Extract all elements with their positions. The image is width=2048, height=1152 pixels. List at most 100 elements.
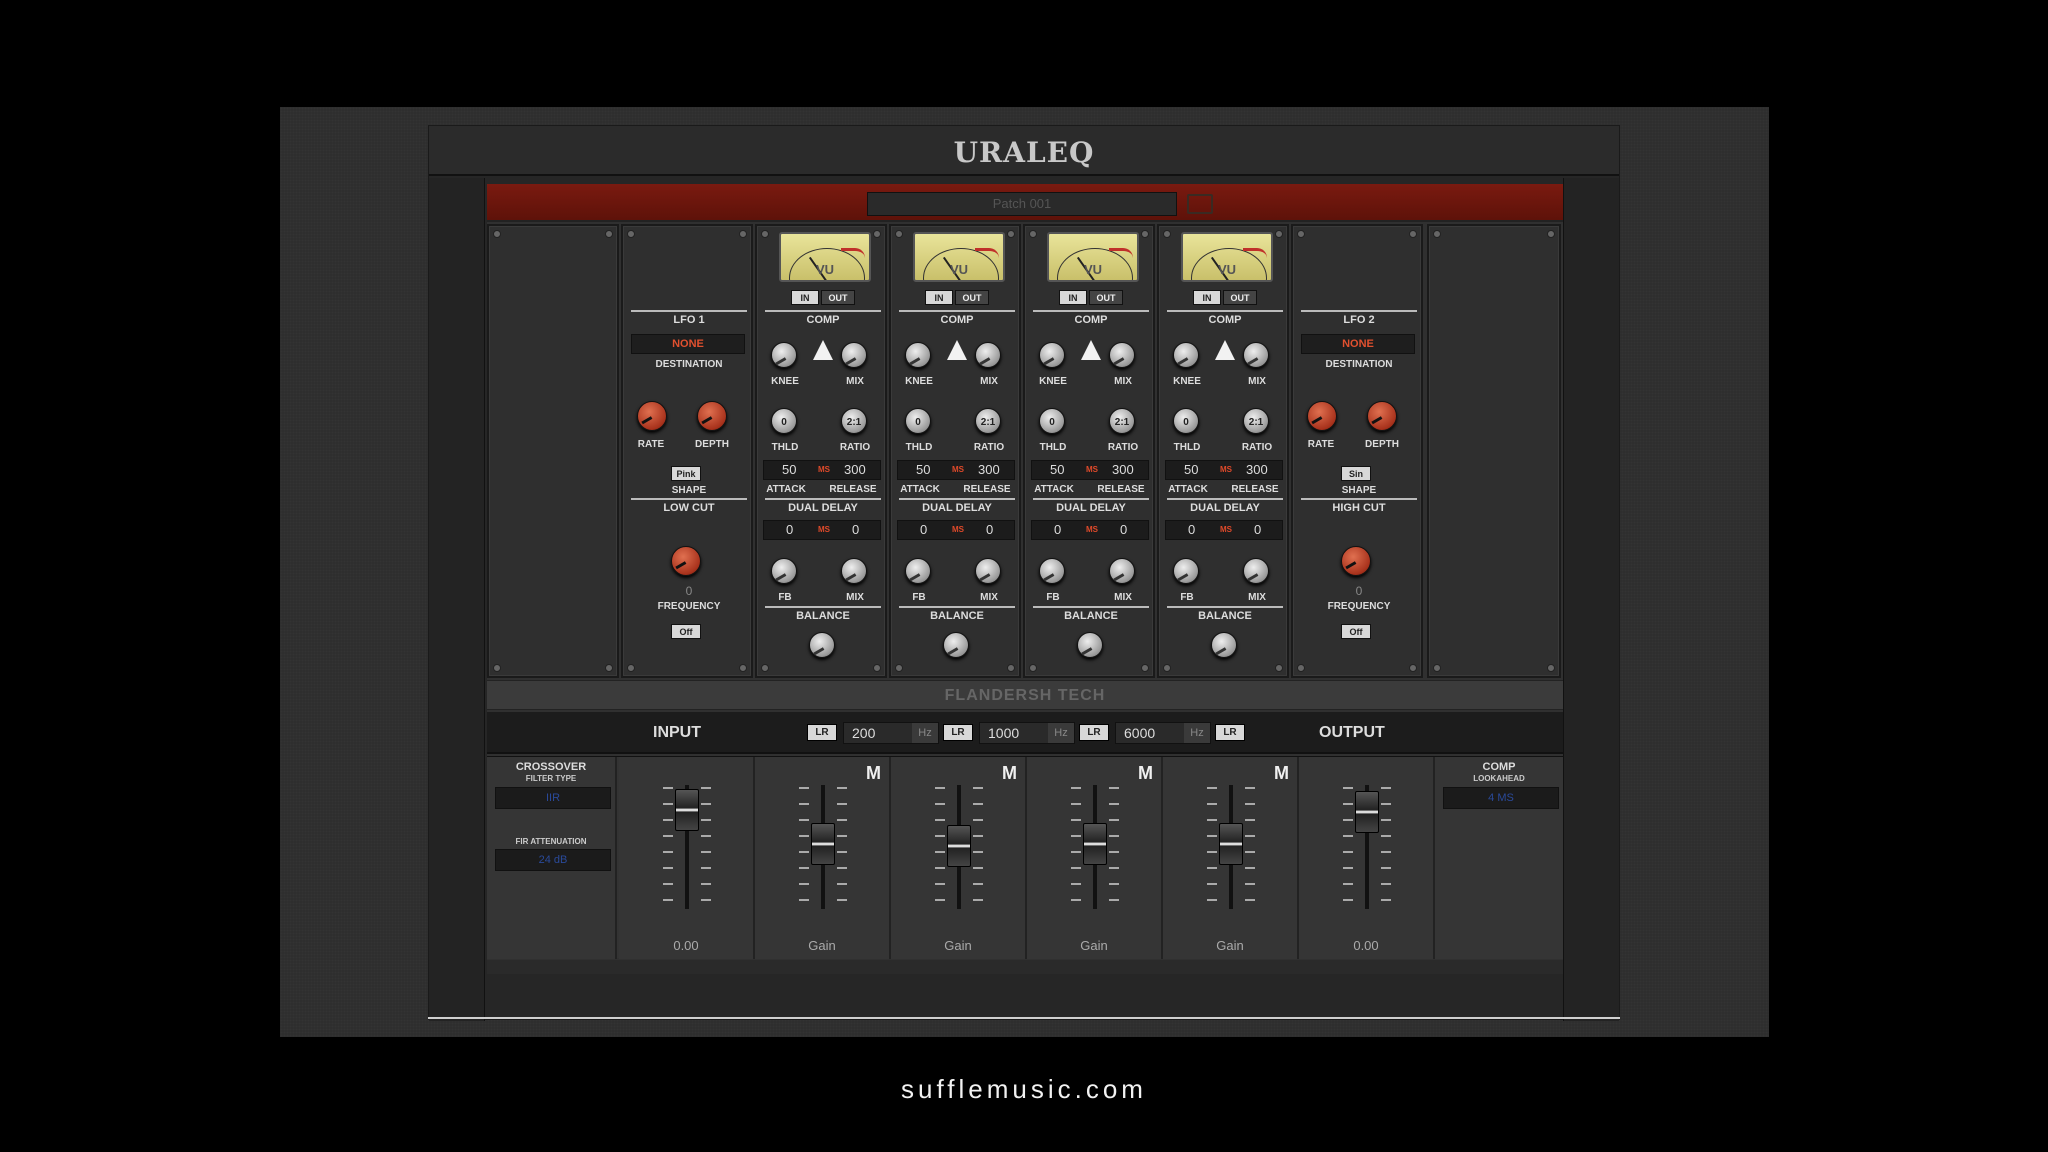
lfo2-shape-button[interactable]: Sin <box>1341 466 1371 481</box>
crossover-freq-1[interactable]: 200 Hz <box>843 722 939 744</box>
attack-release-display[interactable]: 50 MS 300 <box>763 460 881 480</box>
attack-release-display[interactable]: 50 MS 300 <box>1031 460 1149 480</box>
mix-knob[interactable] <box>1243 342 1269 368</box>
crossover-freq-2[interactable]: 1000 Hz <box>979 722 1075 744</box>
delay-display[interactable]: 0 MS 0 <box>763 520 881 540</box>
threshold-knob[interactable]: 0 <box>1039 408 1065 434</box>
lookahead-select[interactable]: 4 MS <box>1443 787 1559 809</box>
module-rack: LFO 1 NONE DESTINATION RATE DEPTH Pink S… <box>487 224 1563 678</box>
delay-mix-knob[interactable] <box>841 558 867 584</box>
fader-channel-output: 0.00 <box>1299 757 1435 959</box>
ms-unit: MS <box>818 465 830 474</box>
fader-scale-tick <box>701 867 711 869</box>
mix-knob[interactable] <box>841 342 867 368</box>
band3-fader[interactable] <box>1083 823 1107 865</box>
lfo2-rate-knob[interactable] <box>1307 401 1337 431</box>
threshold-knob[interactable]: 0 <box>905 408 931 434</box>
ratio-knob[interactable]: 2:1 <box>841 408 867 434</box>
balance-knob[interactable] <box>943 632 969 658</box>
knee-knob[interactable] <box>771 342 797 368</box>
mute-button[interactable]: M <box>1002 763 1017 784</box>
delay-mix-knob[interactable] <box>975 558 1001 584</box>
knee-knob[interactable] <box>905 342 931 368</box>
ratio-knob[interactable]: 2:1 <box>1243 408 1269 434</box>
band2-fader[interactable] <box>947 825 971 867</box>
feedback-knob[interactable] <box>771 558 797 584</box>
delay-display[interactable]: 0 MS 0 <box>897 520 1015 540</box>
attack-release-display[interactable]: 50 MS 300 <box>1165 460 1283 480</box>
band4-fader[interactable] <box>1219 823 1243 865</box>
lfo2-frequency-knob[interactable] <box>1341 546 1371 576</box>
input-label: INPUT <box>653 724 701 741</box>
ratio-knob[interactable]: 2:1 <box>975 408 1001 434</box>
threshold-knob[interactable]: 0 <box>771 408 797 434</box>
lfo2-depth-knob[interactable] <box>1367 401 1397 431</box>
vu-in-button[interactable]: IN <box>1193 290 1221 305</box>
vu-out-button[interactable]: OUT <box>821 290 855 305</box>
delay-display[interactable]: 0 MS 0 <box>1031 520 1149 540</box>
mix-knob[interactable] <box>1109 342 1135 368</box>
output-fader[interactable] <box>1355 791 1379 833</box>
channel-label: 0.00 <box>673 938 699 953</box>
balance-knob[interactable] <box>1077 632 1103 658</box>
delay-right-value: 0 <box>852 522 860 537</box>
ratio-knob[interactable]: 2:1 <box>1109 408 1135 434</box>
balance-knob[interactable] <box>1211 632 1237 658</box>
mix-knob[interactable] <box>975 342 1001 368</box>
lfo1-shape-button[interactable]: Pink <box>671 466 701 481</box>
vu-out-button[interactable]: OUT <box>955 290 989 305</box>
mute-button[interactable]: M <box>1138 763 1153 784</box>
dual-delay-title: DUAL DELAY <box>1190 502 1260 514</box>
knee-knob[interactable] <box>1173 342 1199 368</box>
fader-scale-tick <box>935 835 945 837</box>
mute-button[interactable]: M <box>866 763 881 784</box>
fir-attenuation-select[interactable]: 24 dB <box>495 849 611 871</box>
vu-in-button[interactable]: IN <box>1059 290 1087 305</box>
lfo2-filter-toggle[interactable]: Off <box>1341 624 1371 639</box>
delay-mix-knob[interactable] <box>1109 558 1135 584</box>
vu-out-button[interactable]: OUT <box>1223 290 1257 305</box>
lfo1-rate-knob[interactable] <box>637 401 667 431</box>
lfo1-depth-knob[interactable] <box>697 401 727 431</box>
band1-fader[interactable] <box>811 823 835 865</box>
fader-scale-tick <box>935 787 945 789</box>
screw-icon <box>873 230 881 238</box>
screw-icon <box>1433 230 1441 238</box>
lfo1-filter-toggle[interactable]: Off <box>671 624 701 639</box>
input-fader[interactable] <box>675 789 699 831</box>
vu-in-button[interactable]: IN <box>925 290 953 305</box>
lr-button-4[interactable]: LR <box>1215 724 1245 741</box>
lfo1-frequency-knob[interactable] <box>671 546 701 576</box>
screw-icon <box>1409 664 1417 672</box>
lfo2-destination[interactable]: NONE <box>1301 334 1415 354</box>
release-label: RELEASE <box>829 484 877 495</box>
lfo1-title: LFO 1 <box>631 310 747 326</box>
vu-red-zone <box>975 248 999 258</box>
lr-button-1[interactable]: LR <box>807 724 837 741</box>
feedback-knob[interactable] <box>905 558 931 584</box>
fader-scale-tick <box>1109 851 1119 853</box>
patch-name-field[interactable]: Patch 001 <box>867 192 1177 216</box>
release-label: RELEASE <box>1097 484 1145 495</box>
attack-release-display[interactable]: 50 MS 300 <box>897 460 1015 480</box>
crossover-freq-3[interactable]: 6000 Hz <box>1115 722 1211 744</box>
balance-knob[interactable] <box>809 632 835 658</box>
vu-in-button[interactable]: IN <box>791 290 819 305</box>
fader-scale-tick <box>1109 867 1119 869</box>
mute-button[interactable]: M <box>1274 763 1289 784</box>
delay-display[interactable]: 0 MS 0 <box>1165 520 1283 540</box>
lr-button-3[interactable]: LR <box>1079 724 1109 741</box>
fader-scale-tick <box>663 803 673 805</box>
feedback-knob[interactable] <box>1173 558 1199 584</box>
threshold-knob[interactable]: 0 <box>1173 408 1199 434</box>
filter-type-select[interactable]: IIR <box>495 787 611 809</box>
crossover-freq-1-value: 200 <box>852 725 876 741</box>
knee-knob[interactable] <box>1039 342 1065 368</box>
vu-out-button[interactable]: OUT <box>1089 290 1123 305</box>
feedback-knob[interactable] <box>1039 558 1065 584</box>
lr-button-2[interactable]: LR <box>943 724 973 741</box>
folder-icon[interactable] <box>1187 194 1213 214</box>
fader-scale-tick <box>935 819 945 821</box>
lfo1-destination[interactable]: NONE <box>631 334 745 354</box>
delay-mix-knob[interactable] <box>1243 558 1269 584</box>
